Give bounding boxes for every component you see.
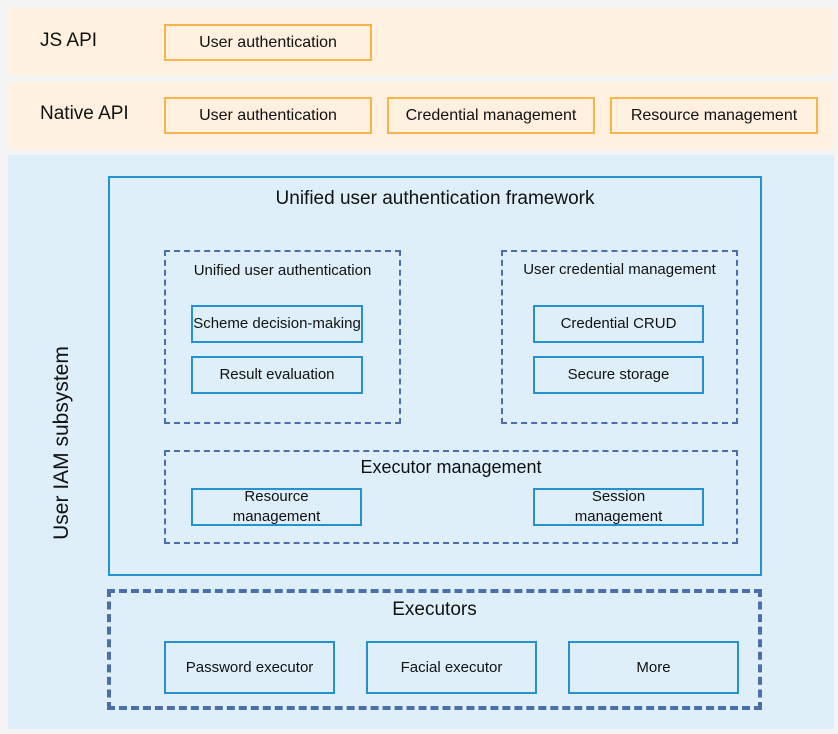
native-credential-management: Credential management bbox=[387, 97, 595, 134]
native-user-authentication: User authentication bbox=[164, 97, 372, 134]
js-api-layer: JS API User authentication bbox=[8, 8, 834, 75]
native-api-label: Native API bbox=[40, 103, 129, 124]
native-resource-management: Resource management bbox=[610, 97, 818, 134]
executor-mgmt-title: Executor management bbox=[360, 457, 542, 477]
subsystem-label: User IAM subsystem bbox=[50, 346, 73, 540]
secure-storage: Secure storage bbox=[533, 356, 704, 394]
js-user-authentication: User authentication bbox=[164, 24, 372, 61]
scheme-decision-making: Scheme decision-making bbox=[191, 305, 363, 343]
credential-mgmt-title: User credential management bbox=[523, 261, 716, 278]
more-executors: More bbox=[568, 641, 739, 694]
executors-title: Executors bbox=[392, 599, 477, 620]
native-api-layer: Native API User authentication Credentia… bbox=[8, 82, 834, 149]
credential-crud: Credential CRUD bbox=[533, 305, 704, 343]
js-api-label: JS API bbox=[40, 30, 98, 51]
unified-auth-title: Unified user authentication bbox=[193, 262, 372, 279]
session-management: Session management bbox=[533, 488, 704, 526]
result-evaluation: Result evaluation bbox=[191, 356, 363, 394]
framework-title: Unified user authentication framework bbox=[275, 188, 595, 209]
facial-executor: Facial executor bbox=[366, 641, 537, 694]
password-executor: Password executor bbox=[164, 641, 335, 694]
resource-management: Resource management bbox=[191, 488, 362, 526]
